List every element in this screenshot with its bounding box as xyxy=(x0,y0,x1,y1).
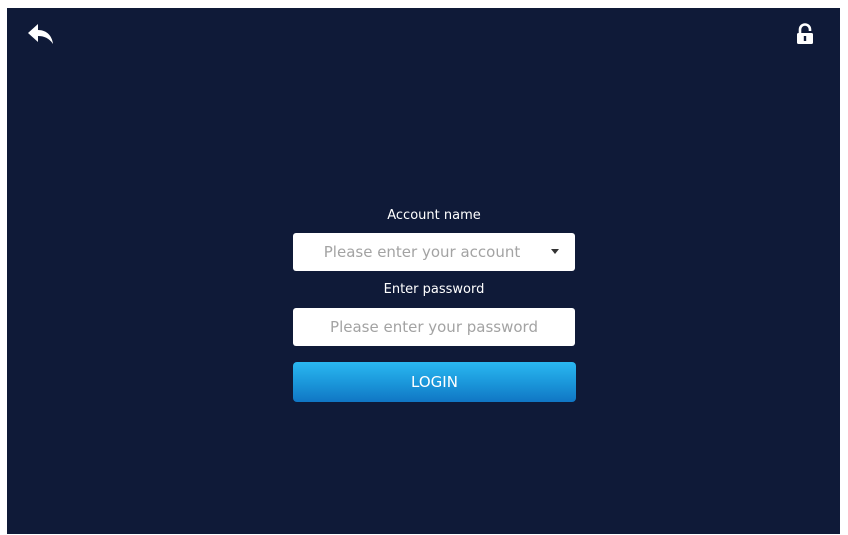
password-label: Enter password xyxy=(383,282,485,297)
login-button[interactable]: LOGIN xyxy=(293,362,576,402)
account-input[interactable] xyxy=(293,233,575,271)
password-input[interactable] xyxy=(293,308,575,346)
back-arrow-icon xyxy=(28,24,53,44)
lock-icon xyxy=(797,23,813,44)
account-select[interactable] xyxy=(293,233,575,271)
chevron-down-icon[interactable] xyxy=(551,249,559,254)
lock-button[interactable] xyxy=(795,23,815,45)
account-name-label: Account name xyxy=(387,208,481,223)
back-button[interactable] xyxy=(27,22,55,46)
login-screen: Account name Enter password LOGIN xyxy=(7,8,840,534)
password-field[interactable] xyxy=(293,308,575,346)
